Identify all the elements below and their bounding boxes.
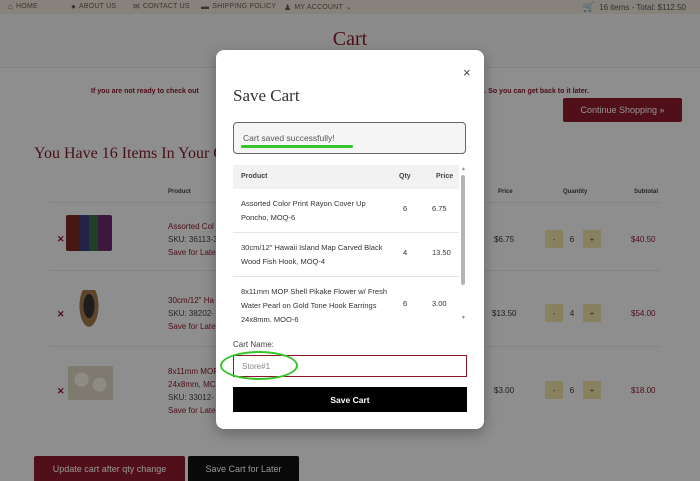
saved-items-header: Product Qty Price <box>233 165 459 189</box>
close-icon[interactable]: × <box>463 65 471 80</box>
th-qty: Qty <box>399 173 411 180</box>
item-name: Assorted Color Print Rayon Cover Up Ponc… <box>241 199 366 222</box>
scroll-up-icon[interactable]: ▲ <box>460 166 467 172</box>
scrollbar[interactable]: ▲ ▼ <box>460 165 467 322</box>
item-qty: 4 <box>403 248 408 257</box>
th-product: Product <box>241 173 268 180</box>
scrollbar-thumb[interactable] <box>461 175 465 285</box>
save-cart-button[interactable]: Save Cart <box>233 387 467 412</box>
table-row: 30cm/12" Hawaii Island Map Carved Black … <box>233 233 459 277</box>
cart-name-label: Cart Name: <box>233 340 274 349</box>
item-qty: 6 <box>403 299 408 308</box>
save-cart-modal: × Save Cart Cart saved successfully! Pro… <box>216 50 484 429</box>
item-price: 3.00 <box>432 299 447 308</box>
highlight-underline <box>241 145 353 148</box>
success-message-box: Cart saved successfully! <box>233 122 466 154</box>
table-row: Assorted Color Print Rayon Cover Up Ponc… <box>233 189 459 233</box>
item-qty: 6 <box>403 204 408 213</box>
highlight-circle <box>220 351 298 380</box>
item-price: 6.75 <box>432 204 447 213</box>
modal-title: Save Cart <box>233 86 300 105</box>
th-price: Price <box>436 173 454 180</box>
item-name: 30cm/12" Hawaii Island Map Carved Black … <box>241 243 383 266</box>
item-name: 8x11mm MOP Shell Pikake Flower w/ Fresh … <box>241 287 388 322</box>
table-row: 8x11mm MOP Shell Pikake Flower w/ Fresh … <box>233 277 459 322</box>
item-price: 13.50 <box>432 248 451 257</box>
scroll-down-icon[interactable]: ▼ <box>460 315 467 321</box>
saved-items-table[interactable]: Product Qty Price Assorted Color Print R… <box>233 165 467 322</box>
success-message: Cart saved successfully! <box>243 133 335 143</box>
